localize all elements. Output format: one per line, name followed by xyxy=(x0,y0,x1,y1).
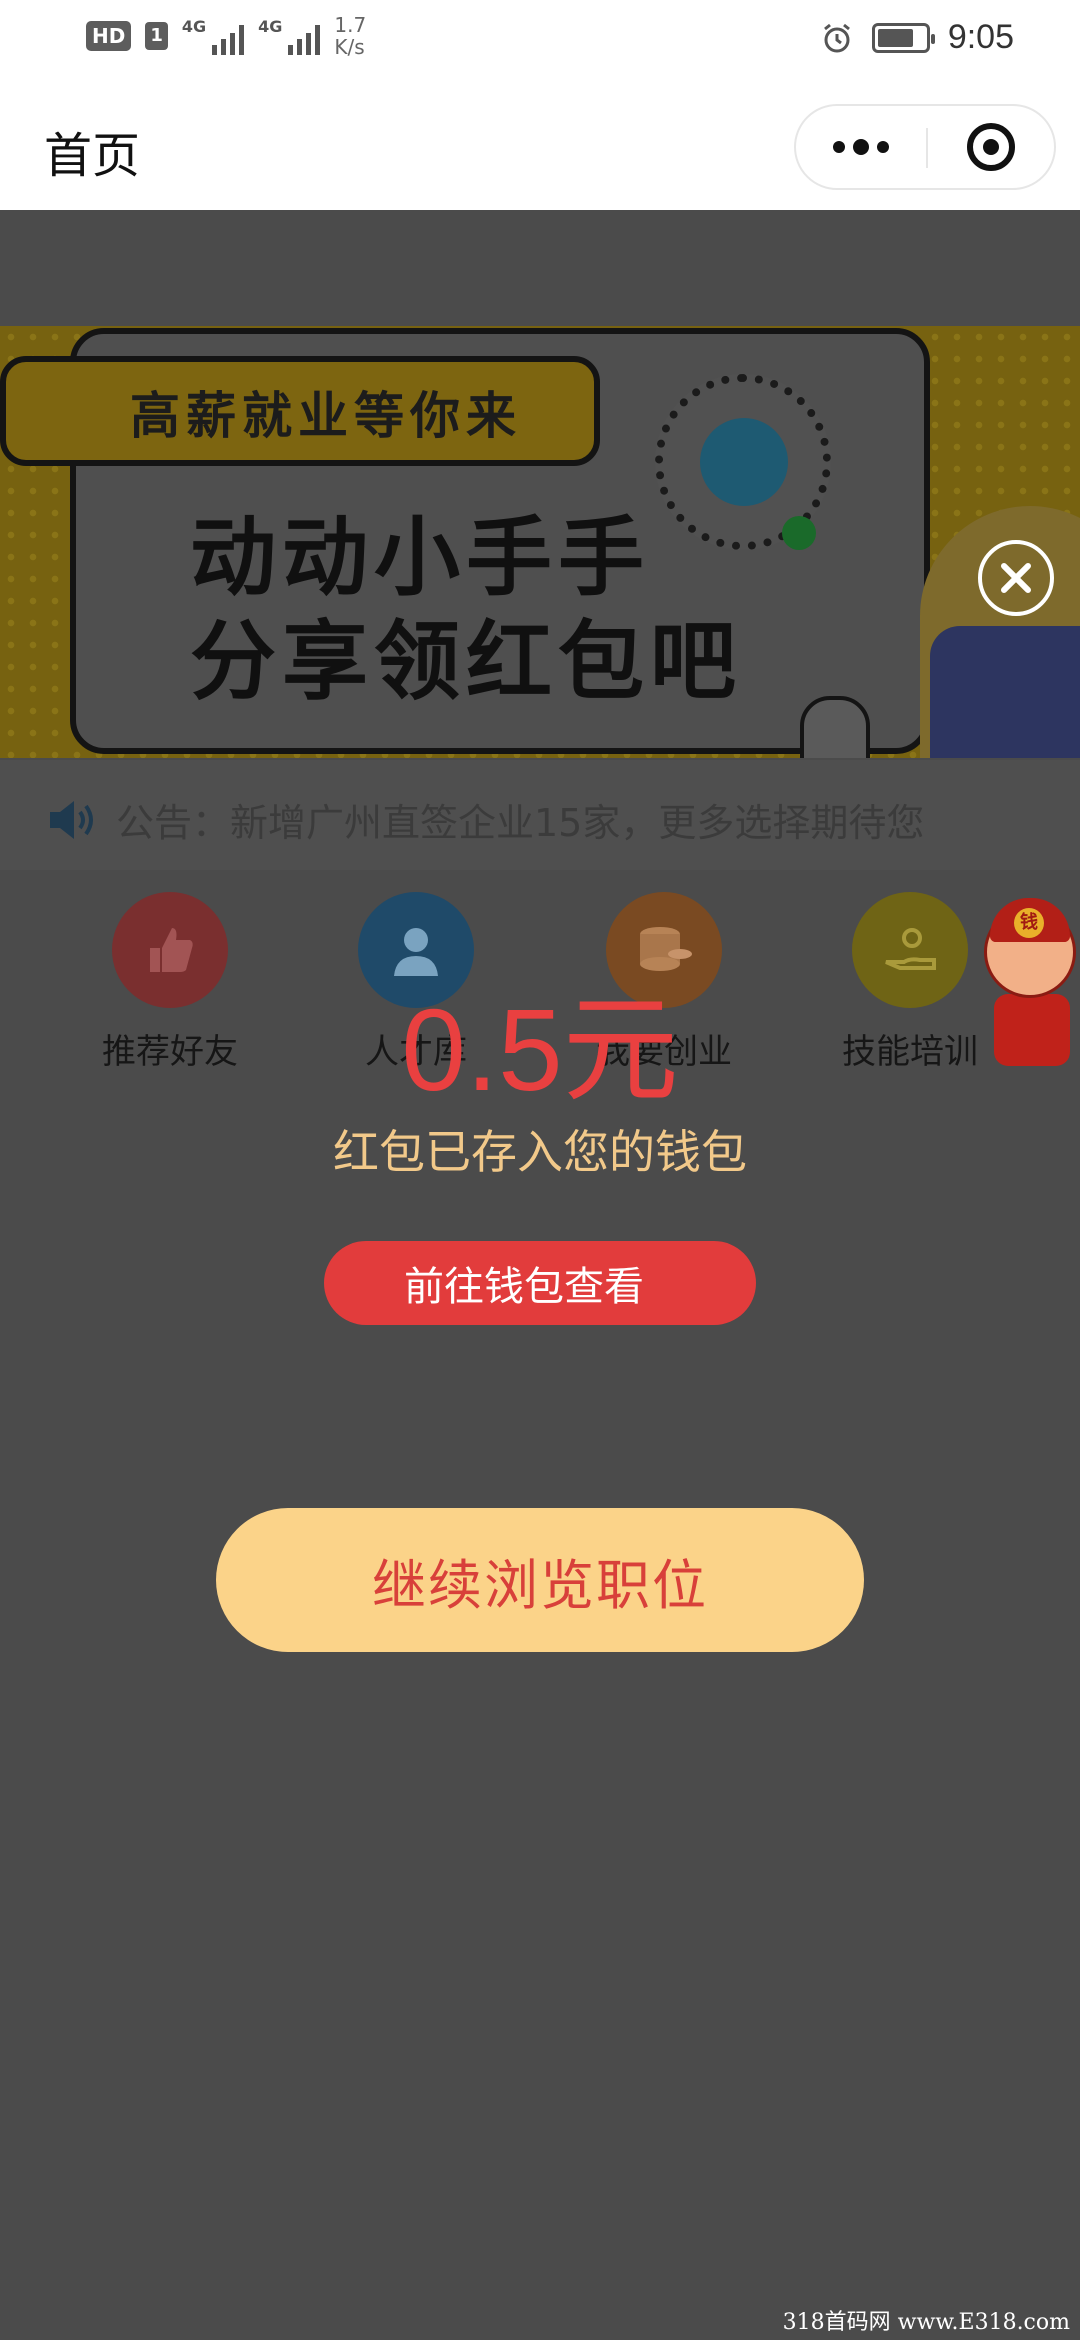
character-body-illustration xyxy=(930,626,1080,758)
more-dot-icon xyxy=(853,139,869,155)
sim-badge: 1 xyxy=(145,22,168,50)
battery-icon xyxy=(871,22,935,53)
notice-text: 公告：新增广州直签企业15家，更多选择期待您 xyxy=(116,801,925,845)
status-bar: HD 1 4G 4G 1.7 K/s 9:05 xyxy=(0,0,1080,80)
close-icon xyxy=(1001,563,1031,593)
popup-close-button[interactable] xyxy=(978,540,1054,616)
red-packet-amount: 0.5元 xyxy=(401,985,679,1115)
page-title: 首页 xyxy=(44,128,141,184)
network-speed-unit: K/s xyxy=(334,35,365,59)
watermark: 318首码网 www.E318.com xyxy=(782,2310,1070,2335)
hd-badge: HD xyxy=(86,21,132,51)
status-right: 9:05 xyxy=(820,18,1014,57)
mascot-coin: 钱 xyxy=(1014,908,1044,938)
more-dot-icon xyxy=(833,141,845,153)
notice-bar[interactable]: 公告：新增广州直签企业15家，更多选择期待您 xyxy=(0,760,1080,870)
network-type-label: 4G xyxy=(181,17,207,36)
clock: 9:05 xyxy=(947,18,1014,56)
network-speed-value: 1.7 xyxy=(334,13,367,37)
miniprogram-badge-icon xyxy=(782,516,816,550)
nav-bar: 首页 xyxy=(0,80,1080,210)
pointing-hand-icon xyxy=(800,696,870,758)
target-icon xyxy=(967,123,1015,171)
share-banner[interactable]: 高薪就业等你来 动动小手手 分享领红包吧 xyxy=(0,326,1080,758)
speaker-icon xyxy=(50,801,93,839)
signal-icon: 4G xyxy=(181,17,245,55)
banner-headline-line2: 分享领红包吧 xyxy=(190,612,742,712)
continue-browsing-button[interactable]: 继续浏览职位 xyxy=(216,1508,864,1652)
status-left: HD 1 4G 4G 1.7 K/s xyxy=(86,14,366,58)
view-wallet-button[interactable]: 前往钱包查看 xyxy=(324,1241,756,1325)
battery-fill xyxy=(877,28,913,47)
miniprogram-capsule xyxy=(794,104,1056,190)
banner-headline-line1: 动动小手手 xyxy=(190,508,650,608)
alarm-icon xyxy=(823,23,850,52)
signal-icon-2: 4G xyxy=(258,17,321,55)
banner-headline: 动动小手手 分享领红包吧 xyxy=(190,506,742,714)
banner-tag-text: 高薪就业等你来 xyxy=(130,387,522,445)
exit-miniprogram-button[interactable] xyxy=(928,106,1054,188)
red-packet-message: 红包已存入您的钱包 xyxy=(333,1125,747,1179)
qr-logo-icon xyxy=(700,418,788,506)
more-dot-icon xyxy=(877,141,889,153)
network-type-label-2: 4G xyxy=(258,17,283,36)
more-button[interactable] xyxy=(796,106,926,188)
network-speed: 1.7 K/s xyxy=(334,14,366,58)
